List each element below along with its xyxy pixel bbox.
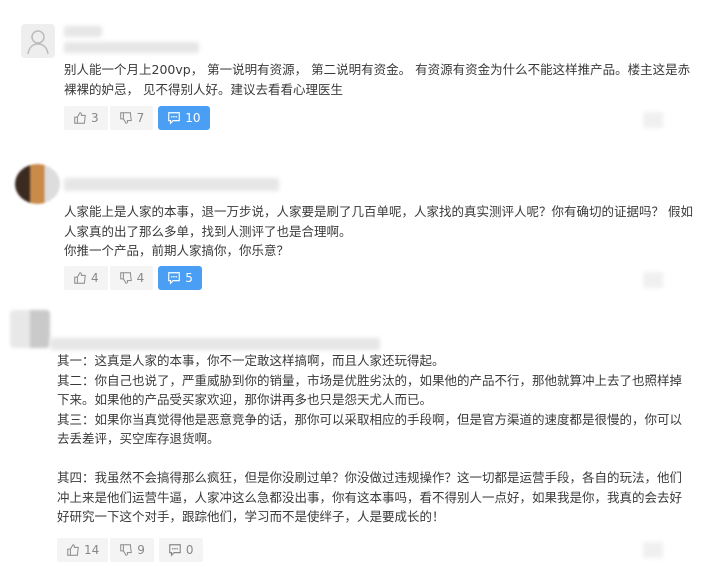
thumbs-up-icon [74,272,86,284]
like-count: 4 [91,271,99,285]
like-count: 3 [91,111,99,125]
dislike-count: 4 [136,271,145,285]
username-blurred [64,26,102,37]
user-avatar[interactable] [15,164,60,204]
reply-button[interactable]: 10 [158,106,210,130]
comment-icon [168,112,181,125]
username-blurred [50,338,380,350]
like-button[interactable]: 4 [64,266,108,290]
more-options-blurred[interactable] [643,542,663,558]
comment-2: 人家能上是人家的本事，退一万步说，人家要是刷了几百单呢，人家找的真实测评人呢？你… [0,150,715,300]
comment-1: 别人能一个月上200vp， 第一说明有资源， 第二说明有资金。 有资源有资金为什… [0,0,715,140]
thumbs-down-icon [120,544,133,556]
thumbs-down-icon [119,272,132,284]
username-blurred [64,178,279,191]
comment-3: 其一：这真是人家的本事，你不一定敢这样搞啊，而且人家还玩得起。 其二：你自己也说… [0,300,715,575]
like-count: 14 [84,543,100,557]
comment-icon [168,272,181,285]
comment-text: 别人能一个月上200vp， 第一说明有资源， 第二说明有资金。 有资源有资金为什… [64,62,691,97]
comment-actions: 14 9 0 [57,538,203,562]
dislike-button[interactable]: 7 [109,106,154,130]
comment-text: 其一：这真是人家的本事，你不一定敢这样搞啊，而且人家还玩得起。 其二：你自己也说… [57,353,683,524]
comment-icon [169,544,181,557]
user-icon [27,30,49,55]
comment-actions: 4 4 5 [64,266,202,290]
dislike-button[interactable]: 9 [110,538,154,562]
thumbs-up-icon [67,544,79,556]
like-button[interactable]: 14 [57,538,109,562]
dislike-count: 9 [137,543,145,557]
dislike-button[interactable]: 4 [109,266,154,290]
reply-button[interactable]: 0 [158,538,203,562]
comment-text: 人家能上是人家的本事，退一万步说，人家要是刷了几百单呢，人家找的真实测评人呢？你… [64,204,693,258]
reply-count: 10 [185,111,201,125]
thumbs-down-icon [119,112,132,124]
reply-button[interactable]: 5 [158,266,202,290]
more-options-blurred[interactable] [643,112,663,128]
dislike-count: 7 [136,111,145,125]
meta-blurred [64,42,199,53]
user-avatar[interactable] [10,310,50,348]
default-avatar[interactable] [21,24,55,58]
thumbs-up-icon [74,112,86,124]
reply-count: 0 [185,543,194,557]
more-options-blurred[interactable] [643,272,663,288]
like-button[interactable]: 3 [64,106,108,130]
comment-actions: 3 7 10 [64,106,210,130]
reply-count: 5 [185,271,193,285]
